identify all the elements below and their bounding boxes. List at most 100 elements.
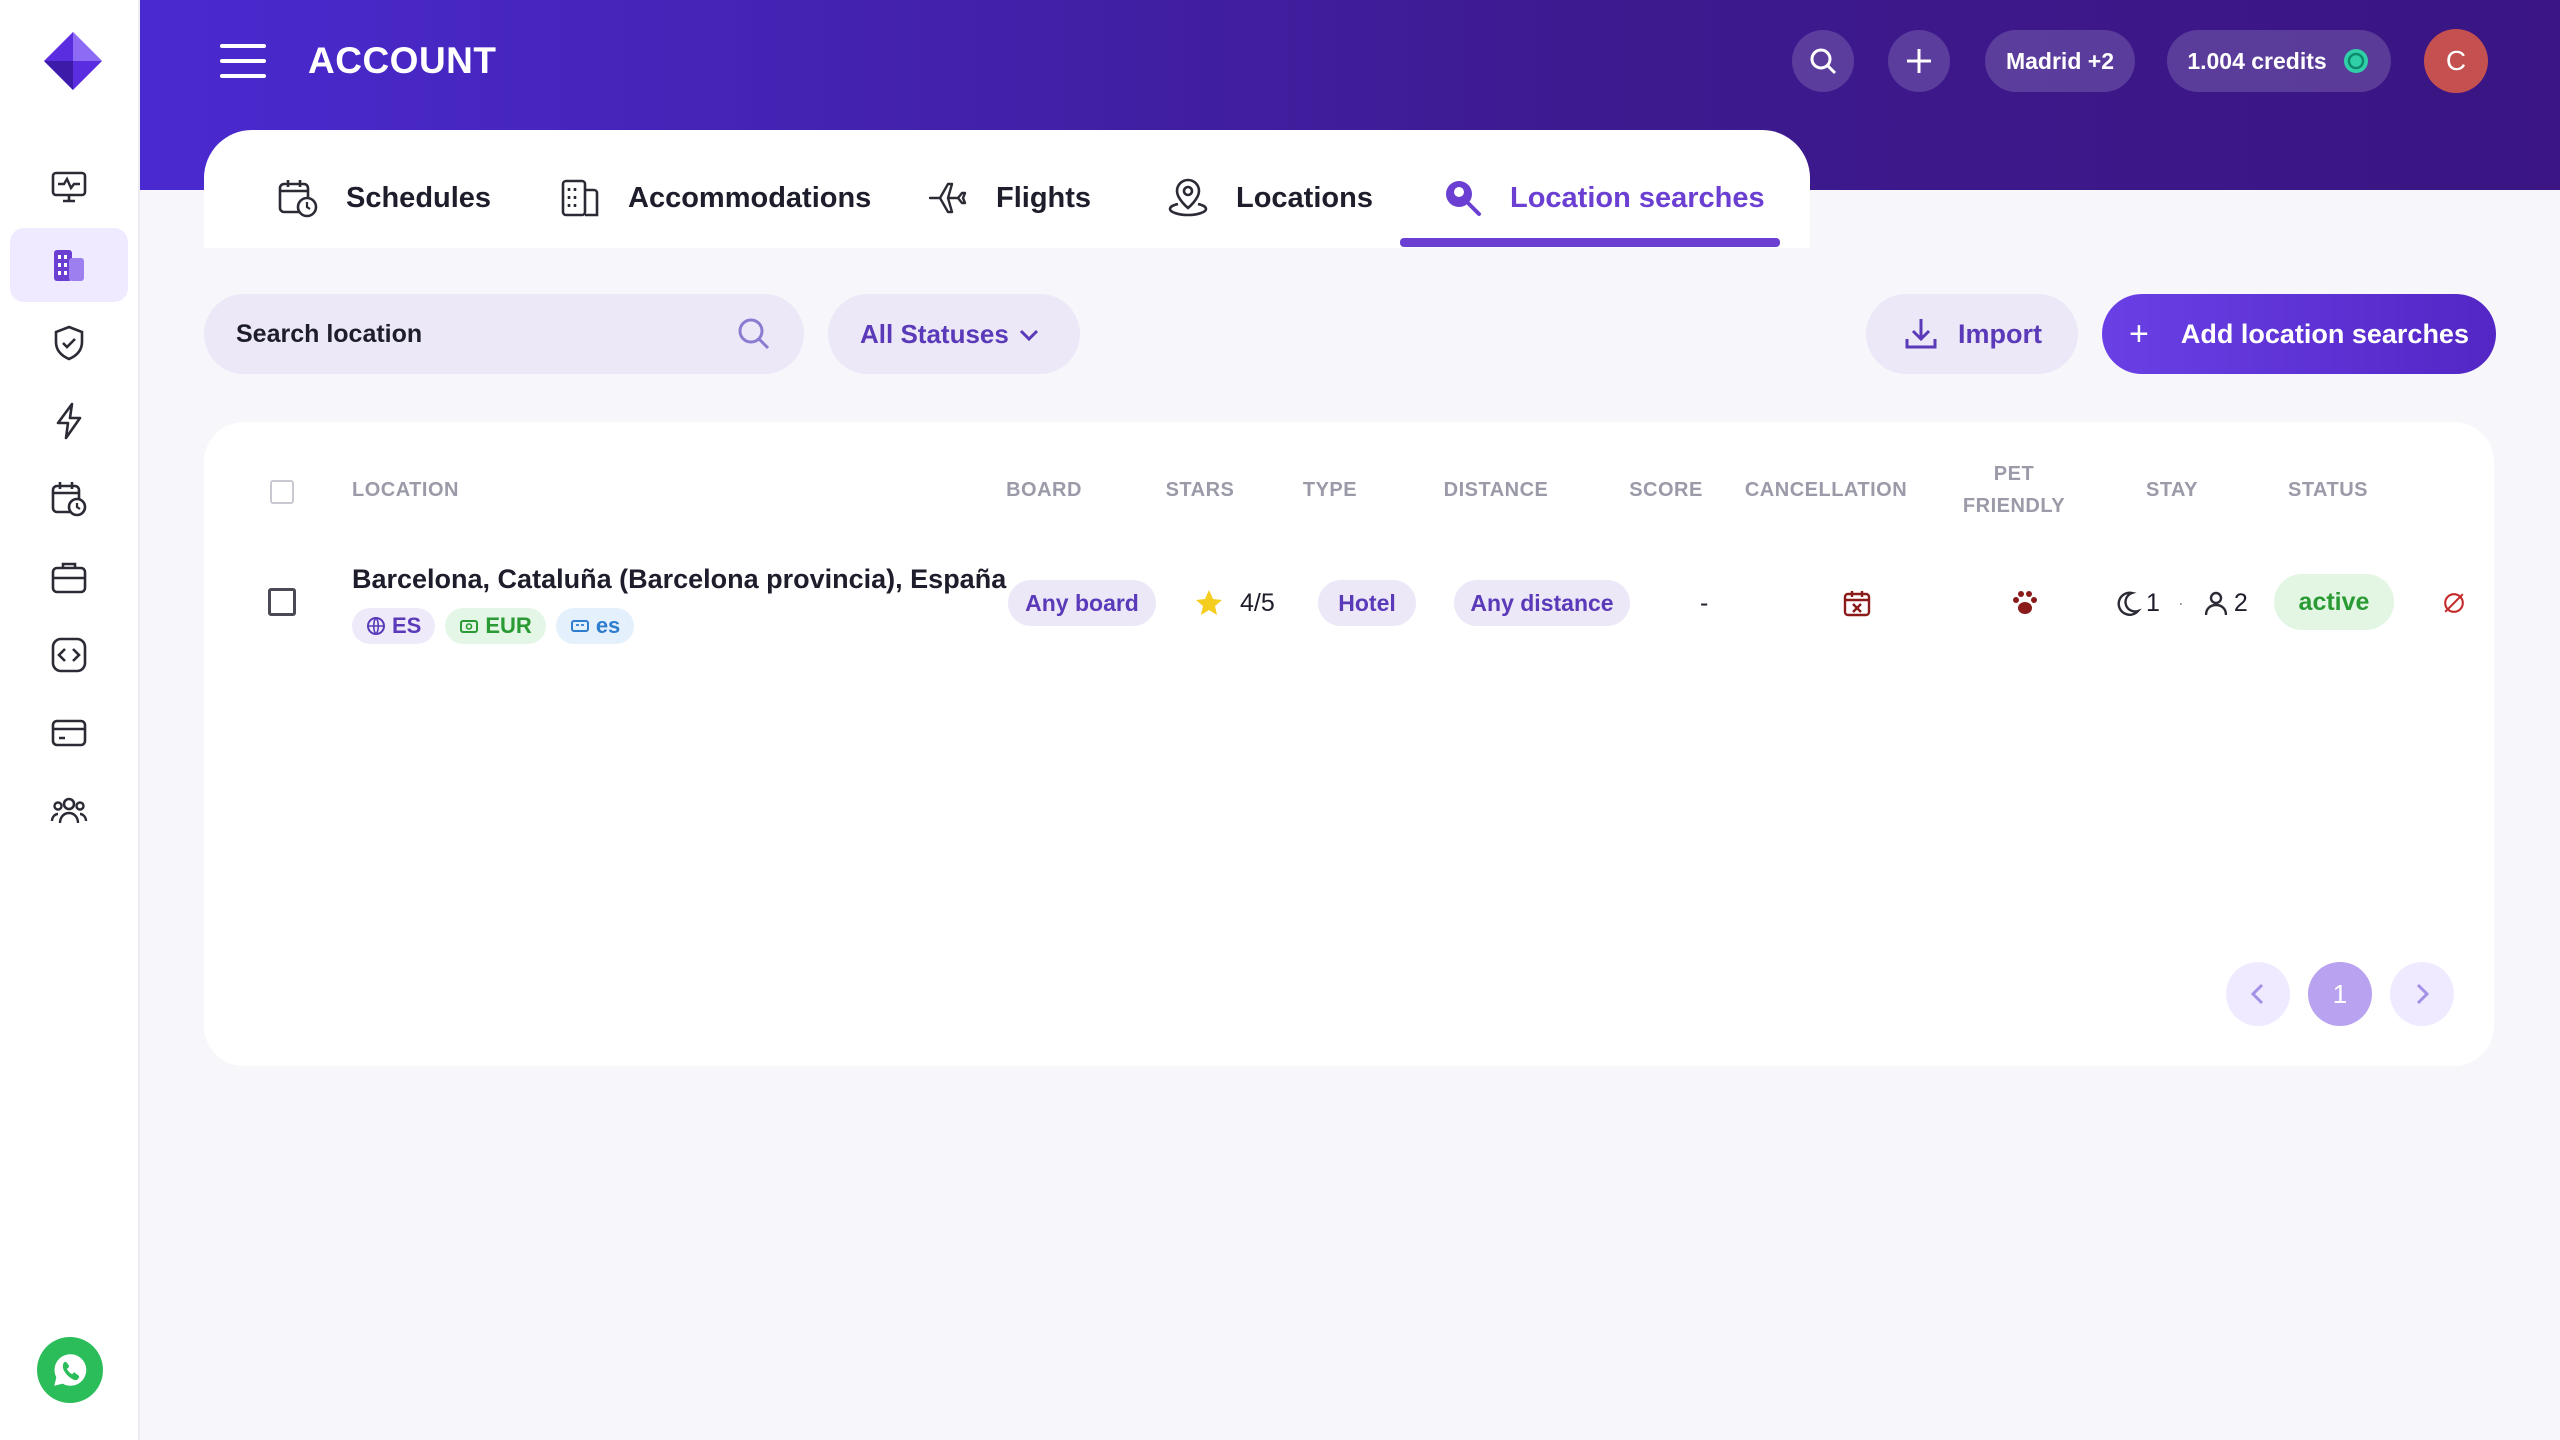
language-code: es xyxy=(595,613,621,638)
plus-icon: + xyxy=(2129,314,2149,353)
board-pill: Any board xyxy=(1008,580,1156,626)
import-label: Import xyxy=(1958,318,2042,349)
monitor-pulse-icon xyxy=(51,171,87,203)
active-tab-indicator xyxy=(1400,238,1780,247)
cancellation-cell xyxy=(1842,588,1872,618)
add-button[interactable] xyxy=(1888,30,1950,92)
menu-icon[interactable] xyxy=(220,44,266,80)
row-action-icon[interactable] xyxy=(2442,588,2466,618)
add-label: Add location searches xyxy=(2180,318,2469,349)
sidebar-item-trips[interactable] xyxy=(10,540,128,614)
column-header-type: TYPE xyxy=(1302,479,1358,501)
status-filter-select[interactable]: All Statuses xyxy=(828,294,1080,374)
country-code: ES xyxy=(392,613,422,638)
globe-icon xyxy=(367,617,385,635)
star-icon xyxy=(1196,590,1222,615)
score-value: - xyxy=(1700,588,1709,617)
calendar-x-icon xyxy=(1843,591,1871,617)
row-checkbox[interactable] xyxy=(268,588,296,616)
users-icon xyxy=(50,797,88,824)
import-button[interactable]: Import xyxy=(1866,294,2078,374)
map-pin-icon xyxy=(1168,178,1208,217)
column-header-location: LOCATION xyxy=(352,479,459,501)
sidebar-item-developers[interactable] xyxy=(10,618,128,692)
tab-label: Schedules xyxy=(346,181,492,214)
sidebar-item-team[interactable] xyxy=(10,774,128,848)
tab-locations[interactable]: Locations xyxy=(1166,170,1373,226)
location-filter-label: Madrid +2 xyxy=(2005,47,2114,74)
status-badge: active xyxy=(2274,574,2394,630)
chevron-down-icon xyxy=(1019,329,1039,342)
paw-icon xyxy=(2013,591,2037,614)
briefcase-icon xyxy=(51,562,87,594)
tab-label: Locations xyxy=(1236,181,1373,214)
tab-label: Location searches xyxy=(1510,181,1765,214)
tab-label: Accommodations xyxy=(628,181,872,214)
prev-page-button[interactable] xyxy=(2226,962,2290,1026)
code-icon xyxy=(51,637,87,673)
tab-accommodations[interactable]: Accommodations xyxy=(558,170,871,226)
language-icon xyxy=(570,620,589,632)
search-icon xyxy=(1810,48,1837,75)
search-button[interactable] xyxy=(1792,30,1854,92)
search-input[interactable] xyxy=(236,319,696,349)
column-header-stay: STAY xyxy=(2145,479,2199,501)
credits-button[interactable]: 1.004 credits xyxy=(2167,30,2391,92)
tab-flights[interactable]: Flights xyxy=(926,170,1091,226)
pet-friendly-cell xyxy=(2010,588,2040,618)
tab-label: Flights xyxy=(996,181,1092,214)
column-header-status: STATUS xyxy=(2287,479,2369,501)
credits-label: 1.004 credits xyxy=(2187,47,2327,74)
shield-check-icon xyxy=(54,325,84,361)
avatar[interactable]: C xyxy=(2424,29,2488,93)
currency-chip: EUR xyxy=(445,608,546,644)
column-header-score: SCORE xyxy=(1629,479,1703,501)
next-page-button[interactable] xyxy=(2390,962,2454,1026)
chevron-left-icon xyxy=(2250,983,2264,1005)
sidebar-item-dashboard[interactable] xyxy=(10,150,128,224)
nights-value: 1 xyxy=(2146,588,2160,617)
tab-location-searches[interactable]: Location searches xyxy=(1440,170,1765,226)
app-logo-icon[interactable] xyxy=(42,30,104,92)
calendar-clock-icon xyxy=(278,180,318,218)
add-location-searches-button[interactable]: + Add location searches xyxy=(2102,294,2496,374)
plane-icon xyxy=(928,182,967,214)
column-header-distance: DISTANCE xyxy=(1443,479,1549,501)
sidebar-item-automations[interactable] xyxy=(10,384,128,458)
location-name: Barcelona, Cataluña (Barcelona provincia… xyxy=(352,564,1007,594)
stars-value: 4/5 xyxy=(1240,588,1275,617)
search-pin-icon xyxy=(1446,181,1481,216)
select-all-checkbox[interactable] xyxy=(270,480,294,504)
tab-bar: Schedules Accommodations Flights Locatio… xyxy=(204,130,1810,248)
currency-code: EUR xyxy=(485,613,532,638)
building-icon xyxy=(561,179,599,217)
sidebar-item-accommodations[interactable] xyxy=(10,228,128,302)
distance-pill: Any distance xyxy=(1454,580,1630,626)
country-chip: ES xyxy=(352,608,436,644)
stay-cell: 1 · 2 xyxy=(2114,582,2248,624)
lightning-icon xyxy=(56,402,82,440)
sidebar-item-billing[interactable] xyxy=(10,696,128,770)
search-icon[interactable] xyxy=(734,314,774,354)
credit-card-icon xyxy=(51,719,87,747)
calendar-clock-icon xyxy=(51,482,87,517)
money-icon xyxy=(460,620,479,633)
sidebar-item-security[interactable] xyxy=(10,306,128,380)
chevron-right-icon xyxy=(2416,983,2430,1005)
sidebar-item-schedules[interactable] xyxy=(10,462,128,536)
whatsapp-icon[interactable] xyxy=(37,1337,103,1403)
language-chip: es xyxy=(555,608,635,644)
column-header-stars: STARS xyxy=(1165,479,1235,501)
stars-cell: 4/5 xyxy=(1194,582,1275,624)
search-field[interactable] xyxy=(204,294,804,374)
person-icon xyxy=(2204,591,2228,616)
location-filter-button[interactable]: Madrid +2 xyxy=(1985,30,2135,92)
page-button-current[interactable]: 1 xyxy=(2308,962,2372,1026)
tab-schedules[interactable]: Schedules xyxy=(276,170,491,226)
location-searches-table: LOCATION BOARD STARS TYPE DISTANCE SCORE… xyxy=(204,422,2494,1066)
building-icon xyxy=(54,250,84,281)
type-pill: Hotel xyxy=(1318,580,1416,626)
coin-icon xyxy=(2343,49,2368,73)
column-header-board: BOARD xyxy=(1006,479,1082,501)
column-header-cancellation: CANCELLATION xyxy=(1744,479,1908,501)
